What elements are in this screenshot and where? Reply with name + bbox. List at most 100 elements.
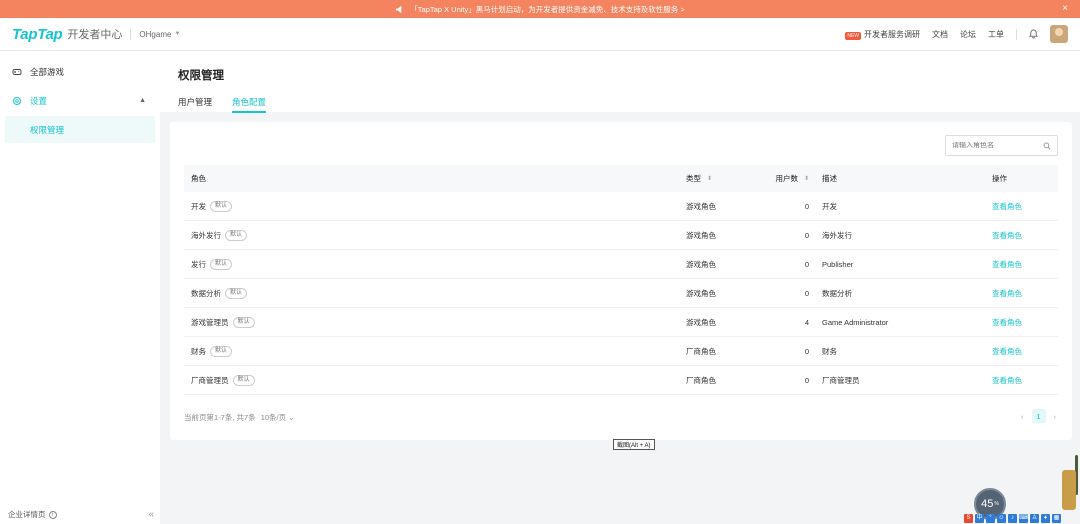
tab-user-management[interactable]: 用户管理 bbox=[178, 96, 212, 108]
emoji-icon[interactable]: ☺ bbox=[997, 514, 1006, 523]
page-title: 权限管理 bbox=[178, 70, 224, 82]
sogou-icon[interactable]: S bbox=[964, 514, 973, 523]
skin-icon[interactable]: ♦ bbox=[1041, 514, 1050, 523]
role-cell: 数据分析 默认 bbox=[191, 279, 248, 307]
role-cell: 海外发行 默认 bbox=[191, 221, 248, 249]
docs-link[interactable]: 文档 bbox=[932, 29, 948, 40]
bell-icon[interactable] bbox=[1028, 29, 1039, 39]
header-role: 角色 bbox=[191, 174, 206, 183]
role-search[interactable] bbox=[945, 135, 1058, 156]
mic-icon[interactable]: ♪ bbox=[1008, 514, 1017, 523]
gamepad-icon bbox=[12, 67, 22, 77]
prev-page-icon[interactable]: ‹ bbox=[1021, 412, 1024, 421]
banner-text[interactable]: 「TapTap X Unity」黑马计划启动，为开发者提供资金减免、技术支持及软… bbox=[410, 4, 684, 15]
role-name: 数据分析 bbox=[191, 288, 221, 298]
type-cell: 游戏角色 bbox=[686, 201, 716, 211]
sort-icon[interactable]: ⬍ bbox=[707, 175, 712, 182]
search-input[interactable] bbox=[952, 142, 1042, 149]
type-cell: 游戏角色 bbox=[686, 259, 716, 269]
desc-cell: Publisher bbox=[822, 259, 854, 269]
header-users-label: 用户数 bbox=[775, 174, 798, 183]
next-page-icon[interactable]: › bbox=[1054, 412, 1057, 421]
sort-icon[interactable]: ⬍ bbox=[804, 175, 809, 182]
users-cell: 0 bbox=[804, 375, 809, 385]
users-cell: 0 bbox=[804, 230, 809, 240]
ime-toolbar: S 中 ° ☺ ♪ ⌨ ♙ ♦ ▦ bbox=[964, 513, 1080, 524]
pagination-summary: 当前页第1-7条, 共7条 bbox=[184, 413, 256, 422]
view-role-link[interactable]: 查看角色 bbox=[992, 221, 1022, 249]
tab-role-config[interactable]: 角色配置 bbox=[232, 96, 267, 113]
role-name: 厂商管理员 bbox=[191, 375, 229, 385]
mascot-icon[interactable] bbox=[1062, 470, 1076, 510]
users-cell: 0 bbox=[804, 259, 809, 269]
info-icon[interactable]: i bbox=[48, 510, 57, 519]
table-row: 厂商管理员 默认 厂商角色 0 厂商管理员 查看角色 bbox=[184, 366, 1058, 395]
sidebar-item-permissions[interactable]: 权限管理 bbox=[5, 116, 155, 143]
sidebar-item-settings[interactable]: 设置 ▲ bbox=[0, 86, 160, 115]
type-cell: 游戏角色 bbox=[686, 288, 716, 298]
search-icon[interactable] bbox=[1043, 142, 1051, 150]
role-name: 游戏管理员 bbox=[191, 317, 229, 327]
taptap-logo[interactable]: TapTap bbox=[12, 26, 63, 43]
users-cell: 0 bbox=[804, 288, 809, 298]
desc-cell: 数据分析 bbox=[822, 288, 852, 298]
view-role-link[interactable]: 查看角色 bbox=[992, 366, 1022, 394]
game-selector[interactable]: OHgame ▼ bbox=[139, 30, 180, 39]
table-row: 开发 默认 游戏角色 0 开发 查看角色 bbox=[184, 192, 1058, 221]
announcement-banner[interactable]: 「TapTap X Unity」黑马计划启动，为开发者提供资金减免、技术支持及软… bbox=[0, 0, 1080, 18]
megaphone-icon bbox=[395, 5, 404, 14]
divider bbox=[130, 28, 132, 40]
table-row: 发行 默认 游戏角色 0 Publisher 查看角色 bbox=[184, 250, 1058, 279]
default-tag: 默认 bbox=[210, 200, 233, 212]
view-role-link[interactable]: 查看角色 bbox=[992, 279, 1022, 307]
default-tag: 默认 bbox=[232, 316, 255, 328]
default-tag: 默认 bbox=[210, 345, 233, 357]
pagination-info: 当前页第1-7条, 共7条 10条/页 ⌄ bbox=[184, 412, 295, 423]
avatar[interactable] bbox=[1050, 25, 1068, 43]
ticket-link[interactable]: 工单 bbox=[988, 29, 1004, 40]
role-name: 开发 bbox=[191, 201, 206, 211]
sidebar-item-label: 全部游戏 bbox=[30, 66, 65, 77]
chevron-up-icon: ▲ bbox=[139, 97, 146, 104]
sidebar-item-all-games[interactable]: 全部游戏 bbox=[0, 57, 160, 86]
logo-subtitle: 开发者中心 bbox=[67, 29, 123, 41]
speed-value: 45 bbox=[981, 498, 994, 510]
user-icon[interactable]: ♙ bbox=[1030, 514, 1039, 523]
keyboard-icon[interactable]: ⌨ bbox=[1019, 514, 1028, 523]
table-row: 海外发行 默认 游戏角色 0 海外发行 查看角色 bbox=[184, 221, 1058, 250]
view-role-link[interactable]: 查看角色 bbox=[992, 250, 1022, 278]
chinese-mode-icon[interactable]: 中 bbox=[975, 514, 984, 523]
desc-cell: 海外发行 bbox=[822, 230, 852, 240]
header-type[interactable]: 类型 ⬍ bbox=[686, 165, 712, 192]
survey-label: 开发者服务调研 bbox=[864, 29, 920, 39]
users-cell: 0 bbox=[804, 201, 809, 211]
page-number[interactable]: 1 bbox=[1031, 409, 1046, 423]
type-cell: 厂商角色 bbox=[686, 375, 716, 385]
table-row: 数据分析 默认 游戏角色 0 数据分析 查看角色 bbox=[184, 279, 1058, 308]
header-users[interactable]: 用户数 ⬍ bbox=[744, 165, 809, 192]
collapse-sidebar-icon[interactable]: « bbox=[148, 509, 154, 520]
company-details-link[interactable]: 企业详情页 bbox=[8, 509, 46, 520]
view-role-link[interactable]: 查看角色 bbox=[992, 308, 1022, 336]
sidebar-item-label: 设置 bbox=[30, 95, 48, 106]
punctuation-icon[interactable]: ° bbox=[986, 514, 995, 523]
view-role-link[interactable]: 查看角色 bbox=[992, 192, 1022, 220]
users-cell: 0 bbox=[804, 346, 809, 356]
role-cell: 厂商管理员 默认 bbox=[191, 366, 255, 394]
banner-close-icon[interactable]: × bbox=[1062, 3, 1068, 14]
forum-link[interactable]: 论坛 bbox=[960, 29, 976, 40]
type-cell: 游戏角色 bbox=[686, 317, 716, 327]
table-row: 游戏管理员 默认 游戏角色 4 Game Administrator 查看角色 bbox=[184, 308, 1058, 337]
default-tag: 默认 bbox=[232, 374, 255, 386]
tools-icon[interactable]: ▦ bbox=[1052, 514, 1061, 523]
new-badge: NEW bbox=[845, 31, 861, 40]
role-name: 发行 bbox=[191, 259, 206, 269]
page-size-select[interactable]: 10条/页 ⌄ bbox=[261, 412, 295, 423]
type-cell: 游戏角色 bbox=[686, 230, 716, 240]
view-role-link[interactable]: 查看角色 bbox=[992, 337, 1022, 365]
role-cell: 游戏管理员 默认 bbox=[191, 308, 255, 336]
default-tag: 默认 bbox=[225, 229, 248, 241]
survey-link[interactable]: NEW 开发者服务调研 bbox=[845, 29, 920, 40]
role-cell: 发行 默认 bbox=[191, 250, 233, 278]
type-cell: 厂商角色 bbox=[686, 346, 716, 356]
